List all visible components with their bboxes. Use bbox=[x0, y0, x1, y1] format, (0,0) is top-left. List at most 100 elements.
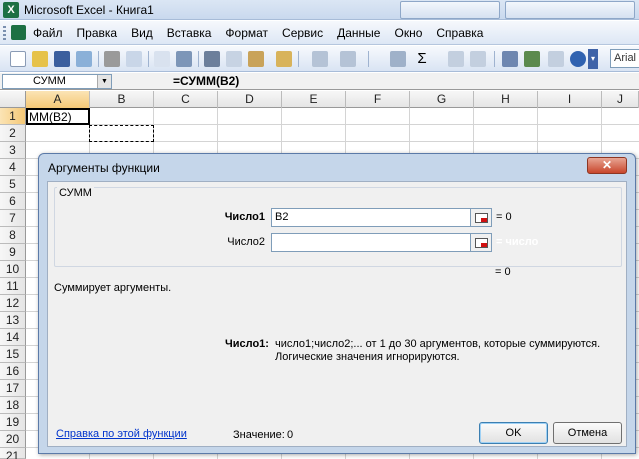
function-help-link[interactable]: Справка по этой функции bbox=[56, 428, 187, 440]
row-header[interactable]: 11 bbox=[0, 278, 26, 295]
row-header[interactable]: 14 bbox=[0, 329, 26, 346]
column-header[interactable]: F bbox=[346, 91, 410, 108]
row-header[interactable]: 4 bbox=[0, 159, 26, 176]
column-header[interactable]: E bbox=[282, 91, 346, 108]
row-header[interactable]: 6 bbox=[0, 193, 26, 210]
copy-icon[interactable] bbox=[226, 51, 242, 67]
row-header[interactable]: 9 bbox=[0, 244, 26, 261]
sort-ascending-icon[interactable] bbox=[448, 51, 464, 67]
permission-icon[interactable] bbox=[76, 51, 92, 67]
toolbar-options-icon[interactable]: ▾ bbox=[588, 49, 598, 69]
column-header[interactable]: D bbox=[218, 91, 282, 108]
chevron-down-icon[interactable]: ▼ bbox=[97, 75, 111, 88]
arg-result-number2: = число bbox=[496, 236, 539, 248]
range-select-icon bbox=[475, 213, 488, 223]
menu-insert[interactable]: Вставка bbox=[167, 26, 212, 40]
open-icon[interactable] bbox=[32, 51, 48, 67]
value-number: 0 bbox=[287, 429, 294, 441]
menu-tools[interactable]: Сервис bbox=[282, 26, 323, 40]
row-header[interactable]: 19 bbox=[0, 414, 26, 431]
menu-items: Файл Правка Вид Вставка Формат Сервис Да… bbox=[33, 26, 497, 40]
font-name-box[interactable]: Arial bbox=[610, 49, 639, 68]
ok-button[interactable]: OK bbox=[479, 422, 548, 444]
arg-input-number2[interactable] bbox=[271, 233, 471, 252]
redo-icon[interactable] bbox=[340, 51, 356, 67]
help-icon[interactable] bbox=[570, 51, 586, 67]
undo-icon[interactable] bbox=[312, 51, 328, 67]
print-icon[interactable] bbox=[104, 51, 120, 67]
row-header[interactable]: 5 bbox=[0, 176, 26, 193]
row-header[interactable]: 7 bbox=[0, 210, 26, 227]
column-header[interactable]: J bbox=[602, 91, 639, 108]
excel-icon: X bbox=[3, 2, 19, 18]
formula-bar: СУММ ▼ =СУММ(B2) bbox=[0, 73, 639, 90]
menu-bar: Файл Правка Вид Вставка Формат Сервис Да… bbox=[0, 21, 639, 45]
row-header[interactable]: 21 bbox=[0, 448, 26, 459]
row-header[interactable]: 12 bbox=[0, 295, 26, 312]
background-window-tab[interactable] bbox=[505, 1, 635, 19]
row-header[interactable]: 1 bbox=[0, 108, 26, 125]
collapse-dialog-button[interactable] bbox=[470, 208, 492, 227]
column-header[interactable]: I bbox=[538, 91, 602, 108]
name-box[interactable]: СУММ ▼ bbox=[2, 74, 112, 89]
menu-edit[interactable]: Правка bbox=[77, 26, 118, 40]
format-painter-icon[interactable] bbox=[276, 51, 292, 67]
menu-help[interactable]: Справка bbox=[436, 26, 483, 40]
autosum-icon[interactable]: Σ bbox=[414, 51, 430, 67]
column-header[interactable]: A bbox=[26, 91, 90, 108]
column-header[interactable]: C bbox=[154, 91, 218, 108]
select-all-corner[interactable] bbox=[0, 91, 26, 108]
chart-wizard-icon[interactable] bbox=[502, 51, 518, 67]
print-preview-icon[interactable] bbox=[126, 51, 142, 67]
arg-input-number1[interactable]: B2 bbox=[271, 208, 471, 227]
drawing-icon[interactable] bbox=[524, 51, 540, 67]
research-icon[interactable] bbox=[176, 51, 192, 67]
formula-input[interactable]: =СУММ(B2) bbox=[173, 74, 239, 88]
function-description: Суммирует аргументы. bbox=[54, 282, 172, 294]
menu-format[interactable]: Формат bbox=[225, 26, 268, 40]
sort-descending-icon[interactable] bbox=[470, 51, 486, 67]
toolbar-separator bbox=[298, 51, 299, 67]
toolbar-separator bbox=[368, 51, 369, 67]
row-header[interactable]: 8 bbox=[0, 227, 26, 244]
column-header[interactable]: B bbox=[90, 91, 154, 108]
hyperlink-icon[interactable] bbox=[390, 51, 406, 67]
value-label: Значение: bbox=[233, 429, 285, 441]
standard-toolbar: Σ ▾ Arial bbox=[0, 46, 639, 72]
dialog-body: СУММ Число1 B2 = 0 Число2 = число = 0 Су… bbox=[47, 181, 627, 447]
row-header[interactable]: 18 bbox=[0, 397, 26, 414]
column-headers: A B C D E F G H I J bbox=[0, 91, 639, 108]
menu-view[interactable]: Вид bbox=[131, 26, 153, 40]
document-icon[interactable] bbox=[11, 25, 26, 40]
arg-result-number1: = 0 bbox=[496, 211, 512, 223]
grip-handle[interactable] bbox=[3, 26, 6, 40]
row-header[interactable]: 3 bbox=[0, 142, 26, 159]
close-icon[interactable]: ✕ bbox=[587, 157, 627, 174]
menu-file[interactable]: Файл bbox=[33, 26, 63, 40]
row-header[interactable]: 15 bbox=[0, 346, 26, 363]
title-bar: X Microsoft Excel - Книга1 bbox=[0, 0, 639, 20]
toolbar-separator bbox=[494, 51, 495, 67]
active-cell-a1[interactable]: ММ(B2) bbox=[26, 108, 90, 125]
cancel-button[interactable]: Отмена bbox=[553, 422, 622, 444]
function-group-box: СУММ Число1 B2 = 0 Число2 = число bbox=[54, 187, 622, 267]
zoom-icon[interactable] bbox=[548, 51, 564, 67]
save-icon[interactable] bbox=[54, 51, 70, 67]
paste-icon[interactable] bbox=[248, 51, 264, 67]
column-header[interactable]: G bbox=[410, 91, 474, 108]
column-header[interactable]: H bbox=[474, 91, 538, 108]
row-header[interactable]: 16 bbox=[0, 363, 26, 380]
menu-window[interactable]: Окно bbox=[394, 26, 422, 40]
cut-icon[interactable] bbox=[204, 51, 220, 67]
spelling-icon[interactable] bbox=[154, 51, 170, 67]
row-header[interactable]: 10 bbox=[0, 261, 26, 278]
row-header[interactable]: 17 bbox=[0, 380, 26, 397]
collapse-dialog-button[interactable] bbox=[470, 233, 492, 252]
window-title: Microsoft Excel - Книга1 bbox=[24, 3, 154, 17]
new-icon[interactable] bbox=[10, 51, 26, 67]
row-header[interactable]: 2 bbox=[0, 125, 26, 142]
row-header[interactable]: 13 bbox=[0, 312, 26, 329]
menu-data[interactable]: Данные bbox=[337, 26, 380, 40]
background-window-tab[interactable] bbox=[400, 1, 500, 19]
row-header[interactable]: 20 bbox=[0, 431, 26, 448]
